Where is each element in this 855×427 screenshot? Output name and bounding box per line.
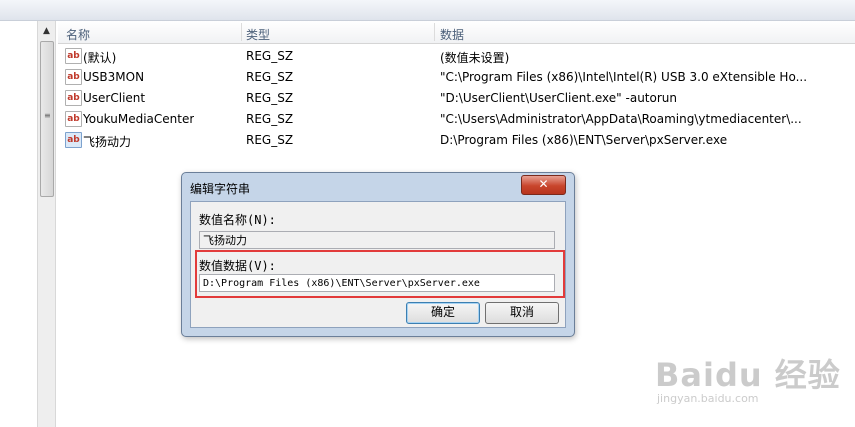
dialog-body: 数值名称(N): 飞扬动力 数值数据(V): D:\Program Files … bbox=[190, 201, 566, 328]
string-value-icon: ab bbox=[65, 111, 82, 127]
list-header: 名称 类型 数据 bbox=[58, 21, 855, 44]
column-header-type[interactable]: 类型 bbox=[246, 26, 270, 43]
list-item[interactable]: ab UserClient REG_SZ "D:\UserClient\User… bbox=[58, 88, 855, 109]
string-value-icon: ab bbox=[65, 90, 82, 106]
list-item[interactable]: ab YoukuMediaCenter REG_SZ "C:\Users\Adm… bbox=[58, 109, 855, 130]
watermark: Baidu 经验 jingyan.baidu.com bbox=[655, 350, 845, 410]
value-type: REG_SZ bbox=[246, 49, 294, 63]
string-value-icon: ab bbox=[65, 132, 82, 148]
list-item[interactable]: ab 飞扬动力 REG_SZ D:\Program Files (x86)\EN… bbox=[58, 130, 855, 151]
registry-tree-pane[interactable] bbox=[0, 21, 38, 427]
list-item[interactable]: ab USB3MON REG_SZ "C:\Program Files (x86… bbox=[58, 67, 855, 88]
value-data: D:\Program Files (x86)\ENT\Server\pxServ… bbox=[440, 133, 728, 147]
window-top-bar bbox=[0, 0, 855, 21]
value-name: USB3MON bbox=[83, 70, 145, 84]
value-data-input[interactable]: D:\Program Files (x86)\ENT\Server\pxServ… bbox=[199, 274, 555, 292]
ok-button[interactable]: 确定 bbox=[406, 302, 480, 324]
value-type: REG_SZ bbox=[246, 112, 294, 126]
string-value-icon: ab bbox=[65, 48, 82, 64]
watermark-logo: Baidu 经验 bbox=[655, 356, 841, 394]
list-item[interactable]: ab (默认) REG_SZ (数值未设置) bbox=[58, 46, 855, 67]
scroll-up-arrow-icon[interactable]: ▲ bbox=[38, 23, 55, 39]
cancel-button[interactable]: 取消 bbox=[485, 302, 559, 324]
value-name: 飞扬动力 bbox=[83, 135, 132, 149]
value-name: (默认) bbox=[83, 51, 117, 65]
value-name-field: 飞扬动力 bbox=[199, 231, 555, 249]
value-type: REG_SZ bbox=[246, 133, 294, 147]
column-header-data[interactable]: 数据 bbox=[440, 26, 464, 43]
value-data: "C:\Users\Administrator\AppData\Roaming\… bbox=[440, 112, 802, 126]
value-data: "D:\UserClient\UserClient.exe" -autorun bbox=[440, 91, 677, 105]
value-name: YoukuMediaCenter bbox=[83, 112, 195, 126]
string-value-icon: ab bbox=[65, 69, 82, 85]
value-data: "C:\Program Files (x86)\Intel\Intel(R) U… bbox=[440, 70, 808, 84]
value-type: REG_SZ bbox=[246, 91, 294, 105]
close-button[interactable]: ✕ bbox=[521, 175, 566, 195]
tree-scrollbar[interactable]: ▲ ≡ bbox=[37, 21, 56, 427]
column-header-name[interactable]: 名称 bbox=[66, 26, 90, 43]
value-name: UserClient bbox=[83, 91, 146, 105]
value-data: (数值未设置) bbox=[440, 51, 510, 65]
edit-string-dialog[interactable]: 编辑字符串 ✕ 数值名称(N): 飞扬动力 数值数据(V): D:\Progra… bbox=[181, 172, 575, 337]
dialog-title: 编辑字符串 bbox=[190, 182, 251, 196]
grip-icon: ≡ bbox=[44, 111, 51, 120]
scrollbar-thumb[interactable]: ≡ bbox=[40, 41, 54, 197]
value-type: REG_SZ bbox=[246, 70, 294, 84]
value-data-label: 数值数据(V): bbox=[199, 259, 276, 273]
value-name-label: 数值名称(N): bbox=[199, 213, 276, 227]
watermark-url: jingyan.baidu.com bbox=[657, 392, 759, 405]
